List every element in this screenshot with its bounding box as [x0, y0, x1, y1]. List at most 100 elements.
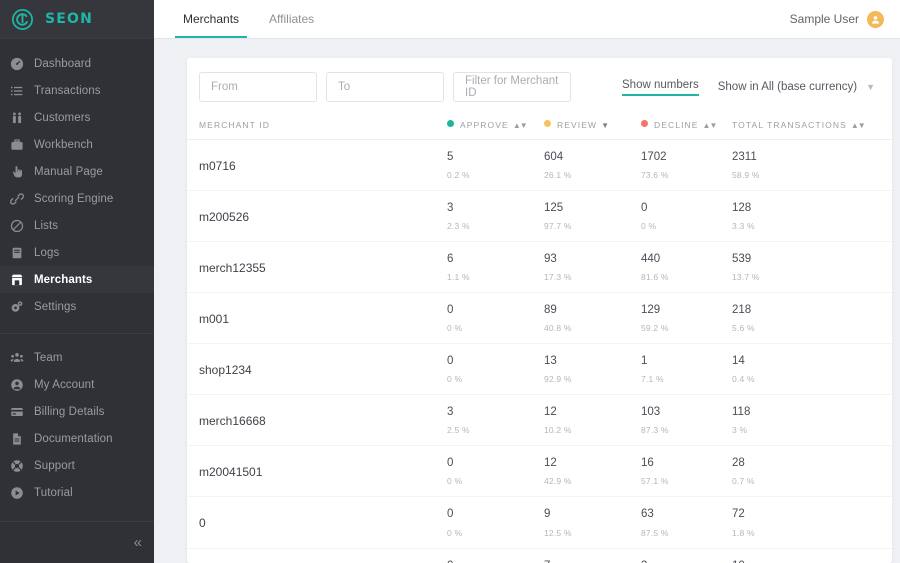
cell-decline: 330 %	[641, 548, 732, 563]
sidebar-item-merchants[interactable]: Merchants	[0, 266, 154, 293]
cell-approve: 3 2.3 %	[447, 190, 544, 243]
show-numbers-toggle[interactable]: Show numbers	[622, 79, 699, 96]
sidebar-item-documentation[interactable]: Documentation	[0, 425, 154, 452]
percent: 7.1 %	[641, 374, 664, 385]
table-body: m0716 5 0.2 % 604 26.1 % 1702 73.6 % 2311 58…	[187, 139, 892, 563]
value: 3	[447, 406, 454, 419]
cell-merchant-id: m001	[187, 292, 447, 345]
lifebuoy-icon	[0, 459, 34, 473]
table-row[interactable]: m001 0 0 % 89 40.8 % 129 59.2 % 218 5.6 %	[187, 292, 892, 345]
sidebar-item-settings[interactable]: Settings	[0, 293, 154, 320]
cell-approve: 0 0 %	[447, 292, 544, 345]
percent: 58.9 %	[732, 170, 760, 181]
tab-merchants[interactable]: Merchants	[175, 0, 248, 38]
percent: 59.2 %	[641, 323, 669, 334]
sidebar-item-label: Workbench	[34, 138, 93, 151]
percent: 26.1 %	[544, 170, 572, 181]
sidebar-item-label: Transactions	[34, 84, 101, 97]
value: 2311	[732, 151, 757, 163]
merchants-table: MERCHANT ID APPROVE ▲▼ REVIEW ▼ DECLINE ▲▼	[187, 114, 892, 563]
sidebar-item-manual-page[interactable]: Manual Page	[0, 158, 154, 185]
cell-decline: 16 57.1 %	[641, 445, 732, 498]
percent: 97.7 %	[544, 221, 572, 232]
sidebar-item-tutorial[interactable]: Tutorial	[0, 479, 154, 506]
value: 129	[641, 304, 661, 317]
cell-review: 604 26.1 %	[544, 139, 641, 192]
table-row[interactable]: merch12355 6 1.1 % 93 17.3 % 440 81.6 % 539…	[187, 241, 892, 294]
column-header-decline[interactable]: DECLINE ▲▼	[641, 114, 732, 140]
sort-both-icon: ▲▼	[850, 121, 866, 130]
value: 604	[544, 151, 564, 163]
briefcase-icon	[0, 138, 34, 152]
table-row[interactable]: m0716 5 0.2 % 604 26.1 % 1702 73.6 % 2311 58…	[187, 139, 892, 192]
sidebar-item-customers[interactable]: Customers	[0, 104, 154, 131]
sidebar-nav: Dashboard Transactions Customers Workben…	[0, 39, 154, 521]
table-header: MERCHANT ID APPROVE ▲▼ REVIEW ▼ DECLINE ▲▼	[187, 114, 892, 140]
cell-review: 9 12.5 %	[544, 496, 641, 549]
value: 440	[641, 253, 661, 266]
column-label: DECLINE	[654, 120, 699, 130]
cell-decline: 0 0 %	[641, 190, 732, 243]
value: 12	[544, 457, 557, 470]
sidebar-item-label: Settings	[34, 300, 77, 313]
table-row[interactable]: shop1234 0 0 % 13 92.9 % 1 7.1 % 14 0.4 %	[187, 343, 892, 396]
value: 218	[732, 304, 752, 317]
cell-review: 12 42.9 %	[544, 445, 641, 498]
sidebar-item-dashboard[interactable]: Dashboard	[0, 50, 154, 77]
table-row[interactable]: merch16668 3 2.5 % 12 10.2 % 103 87.3 % 118…	[187, 394, 892, 447]
currency-select[interactable]: Show in All (base currency) ▼	[718, 81, 875, 93]
merchant-id-filter-input[interactable]: Filter for Merchant ID	[453, 72, 571, 102]
value: 16	[641, 457, 654, 470]
user-menu[interactable]: Sample User	[790, 0, 900, 38]
cell-total: 14 0.4 %	[732, 343, 892, 396]
sidebar-item-workbench[interactable]: Workbench	[0, 131, 154, 158]
date-from-input[interactable]: From	[199, 72, 317, 102]
hand-pointer-icon	[0, 165, 34, 179]
percent: 42.9 %	[544, 476, 572, 487]
sidebar-item-lists[interactable]: Lists	[0, 212, 154, 239]
sidebar-item-team[interactable]: Team	[0, 344, 154, 371]
value: 1	[641, 355, 648, 368]
cell-merchant-id: merch16668	[187, 394, 447, 447]
sidebar-item-transactions[interactable]: Transactions	[0, 77, 154, 104]
cell-approve: 0 0 %	[447, 496, 544, 549]
percent: 0 %	[447, 374, 463, 385]
column-header-review[interactable]: REVIEW ▼	[544, 114, 641, 140]
sidebar-item-billing-details[interactable]: Billing Details	[0, 398, 154, 425]
column-header-approve[interactable]: APPROVE ▲▼	[447, 114, 544, 140]
column-label: REVIEW	[557, 120, 598, 130]
filter-bar: From To Filter for Merchant ID Show numb…	[187, 58, 892, 114]
value: 0	[447, 560, 544, 563]
tab-affiliates[interactable]: Affiliates	[261, 0, 322, 38]
chevron-double-left-icon[interactable]: «	[134, 534, 142, 551]
table-row[interactable]: m200526 3 2.3 % 125 97.7 % 0 0 % 128 3.3 %	[187, 190, 892, 243]
table-row[interactable]: 0 00 % 9 12.5 % 63 87.5 % 72 1.8 %	[187, 496, 892, 549]
cell-approve: 6 1.1 %	[447, 241, 544, 294]
brand-name: SEON	[45, 11, 94, 27]
value: 7	[544, 560, 641, 563]
value: 3	[447, 202, 454, 215]
table-row[interactable]: 74 00 % 770 % 330 % 100.3 %	[187, 548, 892, 563]
percent: 2.3 %	[447, 221, 470, 232]
date-to-input[interactable]: To	[326, 72, 444, 102]
review-status-dot	[544, 120, 551, 127]
percent: 17.3 %	[544, 272, 572, 283]
sidebar-logo[interactable]: SEON	[0, 0, 154, 39]
sidebar-item-label: Merchants	[34, 273, 93, 286]
column-header-total-transactions[interactable]: TOTAL TRANSACTIONS ▲▼	[732, 114, 892, 140]
sidebar-item-logs[interactable]: Logs	[0, 239, 154, 266]
column-header-merchant-id[interactable]: MERCHANT ID	[187, 114, 447, 140]
cell-approve: 0 0 %	[447, 343, 544, 396]
sidebar-item-my-account[interactable]: My Account	[0, 371, 154, 398]
table-row[interactable]: m20041501 0 0 % 12 42.9 % 16 57.1 % 28 0.7 %	[187, 445, 892, 498]
sidebar-item-scoring-engine[interactable]: Scoring Engine	[0, 185, 154, 212]
percent: 81.6 %	[641, 272, 669, 283]
tab-label: Merchants	[183, 12, 240, 26]
sidebar-item-support[interactable]: Support	[0, 452, 154, 479]
percent: 3.3 %	[732, 221, 755, 232]
column-label: MERCHANT ID	[199, 120, 270, 130]
percent: 12.5 %	[544, 527, 572, 538]
value: 0	[447, 355, 454, 368]
table-scroll-region[interactable]: MERCHANT ID APPROVE ▲▼ REVIEW ▼ DECLINE ▲▼	[187, 114, 892, 563]
team-icon	[0, 351, 34, 365]
